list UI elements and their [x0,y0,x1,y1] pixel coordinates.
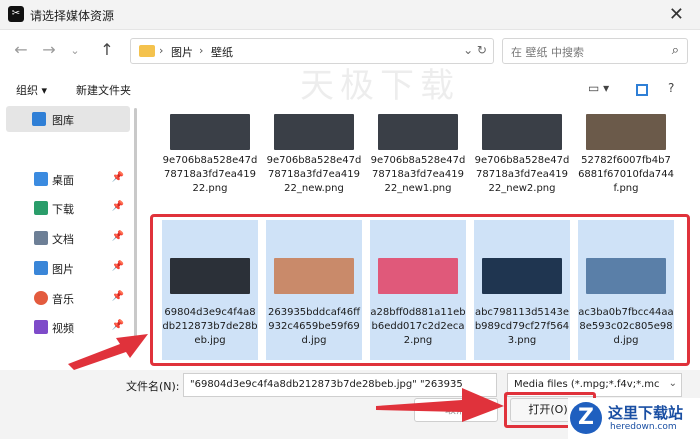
file-tile[interactable]: 9e706b8a528e47d78718a3fd7ea41922_new2.pn… [474,104,570,204]
preview-pane-icon[interactable] [636,84,648,96]
title-bar: ✂ 请选择媒体资源 ✕ [0,0,700,30]
forward-arrow-icon[interactable]: → [38,40,60,59]
view-options-icon[interactable]: ▭ ▾ [588,81,609,95]
file-thumbnail [274,114,354,150]
pin-icon: 📌 [111,201,124,212]
file-thumbnail [482,114,562,150]
sidebar-item-gallery[interactable]: 图库 [6,106,130,132]
pin-icon: 📌 [111,261,124,272]
arrow-shape [68,334,148,370]
search-icon[interactable]: ⌕ [672,43,679,58]
pin-icon: 📌 [111,291,124,302]
toolbar: 组织 ▾ 新建文件夹 ▭ ▾ ? [0,76,700,104]
search-box[interactable]: 在 壁纸 中搜索 ⌕ [502,38,688,64]
breadcrumb-wallpaper[interactable]: 壁纸 [211,44,233,60]
annotation-arrow-left [68,334,148,370]
recent-chevron-icon[interactable]: ⌄ [64,44,86,57]
music-icon [34,291,48,305]
sidebar-item-pictures[interactable]: 图片 📌 [6,255,130,281]
sidebar-item-label: 文档 [52,233,74,246]
sidebar-item-label: 桌面 [52,174,74,187]
sidebar-item-label: 图片 [52,263,74,276]
file-name: 9e706b8a528e47d78718a3fd7ea41922.png [162,155,258,194]
download-icon [34,201,48,215]
sidebar-item-label: 图库 [52,114,74,127]
file-name: 9e706b8a528e47d78718a3fd7ea41922_new2.pn… [474,155,570,194]
annotation-arrow-right [376,388,504,422]
file-thumbnail [586,114,666,150]
logo-text-en: heredown.com [610,422,677,432]
video-icon [34,320,48,334]
pin-icon: 📌 [111,172,124,183]
highlight-selection-box [150,214,690,366]
sidebar-item-label: 下载 [52,203,74,216]
sidebar-item-music[interactable]: 音乐 📌 [6,285,130,311]
sidebar-item-documents[interactable]: 文档 📌 [6,225,130,251]
file-tile[interactable]: 52782f6007fb4b76881f67010fda744f.png [578,104,674,204]
search-placeholder: 在 壁纸 中搜索 [511,46,584,59]
window-title: 请选择媒体资源 [30,9,115,23]
sidebar-item-downloads[interactable]: 下载 📌 [6,195,130,221]
chevron-down-icon: ⌄ [668,378,677,389]
chevron-right-icon: › [159,44,164,57]
file-name: 52782f6007fb4b76881f67010fda744f.png [578,155,674,194]
back-arrow-icon[interactable]: ← [10,40,32,59]
chevron-right-icon: › [199,44,204,57]
folder-icon [139,45,155,57]
arrow-shape [376,388,504,422]
file-name: 9e706b8a528e47d78718a3fd7ea41922_new1.pn… [370,155,466,194]
pictures-icon [34,261,48,275]
up-arrow-icon[interactable]: ↑ [96,40,118,59]
gallery-icon [32,112,46,126]
file-type-value: Media files (*.mpg;*.f4v;*.mc [514,379,660,390]
app-icon: ✂ [8,6,24,22]
refresh-icon[interactable]: ⌄ ↻ [463,43,487,57]
logo-mark-icon: Z [570,402,602,434]
file-tile[interactable]: 9e706b8a528e47d78718a3fd7ea41922_new1.pn… [370,104,466,204]
sidebar-scrollbar[interactable] [134,108,137,348]
file-thumbnail [170,114,250,150]
file-tile[interactable]: 9e706b8a528e47d78718a3fd7ea41922.png [162,104,258,204]
sidebar-item-label: 音乐 [52,293,74,306]
pin-icon: 📌 [111,231,124,242]
help-icon[interactable]: ? [668,81,674,95]
file-name: 9e706b8a528e47d78718a3fd7ea41922_new.png [266,155,362,194]
document-icon [34,231,48,245]
logo-text-cn: 这里下载站 [608,404,684,422]
site-logo: Z 这里下载站 heredown.com [568,398,700,439]
organize-menu[interactable]: 组织 ▾ [16,82,47,98]
new-folder-button[interactable]: 新建文件夹 [76,82,131,98]
close-icon[interactable]: ✕ [669,4,684,25]
breadcrumb-pictures[interactable]: 图片 [171,44,193,60]
sidebar-item-desktop[interactable]: 桌面 📌 [6,166,130,192]
file-tile[interactable]: 9e706b8a528e47d78718a3fd7ea41922_new.png [266,104,362,204]
file-thumbnail [378,114,458,150]
filename-label: 文件名(N): [126,380,180,393]
desktop-icon [34,172,48,186]
